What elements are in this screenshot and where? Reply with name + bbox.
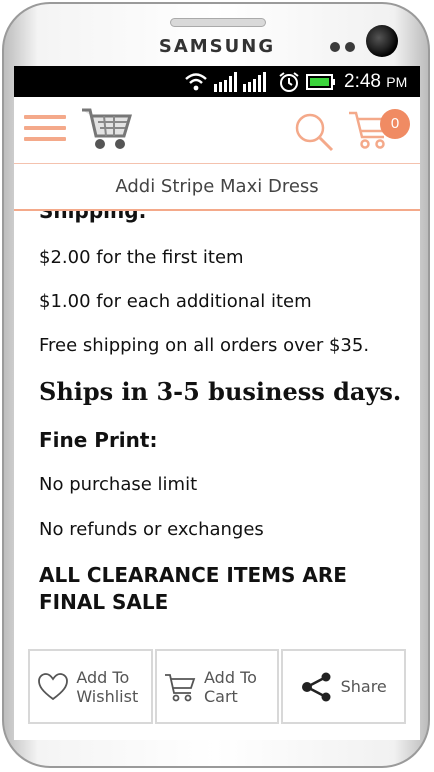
sensor-dot xyxy=(345,42,355,52)
share-label: Share xyxy=(340,677,387,696)
shipping-line: Free shipping on all orders over $35. xyxy=(39,335,370,356)
cart-label-line: Add To xyxy=(204,667,257,687)
sensor-dot xyxy=(330,42,340,52)
fine-print-heading: Fine Print: xyxy=(39,428,158,452)
fine-print-line: No purchase limit xyxy=(39,474,198,495)
menu-button[interactable] xyxy=(24,115,66,143)
share-button[interactable]: Share xyxy=(281,649,407,724)
time-text: 2:48 xyxy=(344,71,381,92)
alarm-icon xyxy=(279,72,299,92)
app-bar: 0 xyxy=(14,97,420,163)
share-icon xyxy=(301,672,331,701)
add-to-wishlist-button[interactable]: Add To Wishlist xyxy=(28,649,153,724)
page-title: Addi Stripe Maxi Dress xyxy=(14,163,420,211)
menu-bar-line xyxy=(24,126,66,130)
battery-icon xyxy=(306,74,335,90)
fine-print-line: No refunds or exchanges xyxy=(39,519,264,540)
wishlist-label-line: Wishlist xyxy=(76,686,139,706)
status-time: 2:48 PM xyxy=(344,71,407,93)
menu-bar-line xyxy=(24,137,66,141)
shipping-line: $2.00 for the first item xyxy=(39,247,244,268)
screen: 2:48 PM 0 Addi Stripe Maxi Dress Shippin… xyxy=(14,66,420,740)
status-icons xyxy=(184,71,336,93)
search-icon[interactable] xyxy=(293,111,335,153)
signal-icon xyxy=(214,72,266,92)
shipping-line: $1.00 for each additional item xyxy=(39,291,312,312)
product-details: Shipping: $2.00 for the first item $1.00… xyxy=(39,211,409,641)
menu-bar-line xyxy=(24,115,66,119)
cart-icon xyxy=(165,673,196,701)
action-bar: Add To Wishlist Add To Cart Share xyxy=(28,649,407,724)
front-camera xyxy=(366,25,398,57)
time-ampm: PM xyxy=(386,74,408,90)
status-bar: 2:48 PM xyxy=(14,66,420,97)
wifi-icon xyxy=(185,73,207,91)
shipping-heading: Shipping: xyxy=(39,211,147,223)
speaker-grille xyxy=(170,18,266,27)
add-to-cart-button[interactable]: Add To Cart xyxy=(154,649,280,724)
cart-label-line: Cart xyxy=(204,686,238,706)
cart-label: Add To Cart xyxy=(204,668,270,706)
wishlist-label: Add To Wishlist xyxy=(76,668,142,706)
final-sale-notice: ALL CLEARANCE ITEMS ARE FINAL SALE xyxy=(39,563,347,614)
heart-icon xyxy=(38,672,69,700)
ships-heading: Ships in 3-5 business days. xyxy=(39,377,402,406)
cart-count-badge[interactable]: 0 xyxy=(380,109,410,139)
store-cart-logo-icon[interactable] xyxy=(80,106,132,152)
wishlist-label-line: Add To xyxy=(76,667,130,687)
